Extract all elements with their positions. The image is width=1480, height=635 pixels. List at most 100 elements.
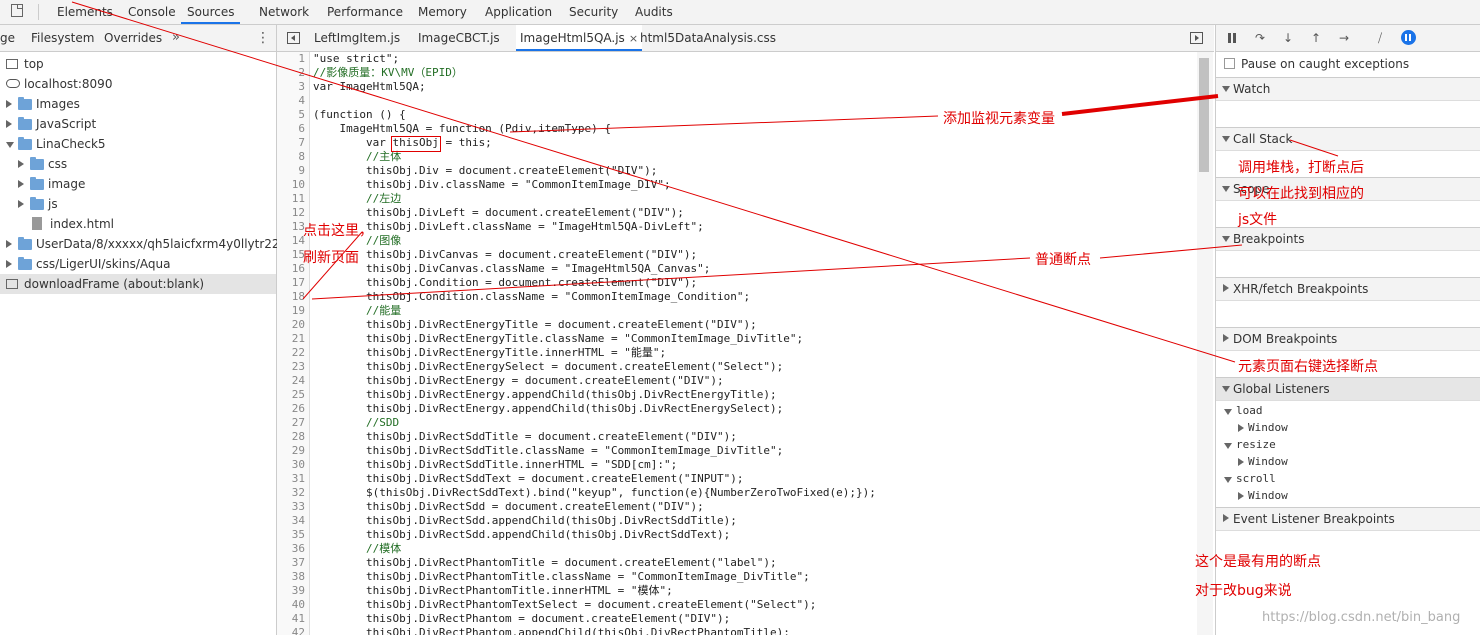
code-line[interactable]: 10 thisObj.Div.className = "CommonItemIm…: [277, 178, 1197, 192]
collapsed-arrow-icon[interactable]: [1223, 284, 1229, 292]
code-line[interactable]: 8 //主体: [277, 150, 1197, 164]
collapsed-arrow-icon[interactable]: [18, 200, 24, 208]
step-icon[interactable]: →: [1336, 30, 1352, 46]
tree-item[interactable]: image: [0, 174, 276, 194]
scrollbar-thumb[interactable]: [1199, 58, 1209, 172]
line-number[interactable]: 5: [277, 108, 305, 122]
line-number[interactable]: 31: [277, 472, 305, 486]
code-line[interactable]: 13 thisObj.DivLeft.className = "ImageHtm…: [277, 220, 1197, 234]
tree-item[interactable]: LinaCheck5: [0, 134, 276, 154]
code-line[interactable]: 34 thisObj.DivRectSdd.appendChild(thisOb…: [277, 514, 1197, 528]
tree-item[interactable]: index.html: [0, 214, 276, 234]
tab-application[interactable]: Application: [485, 0, 552, 24]
code-line[interactable]: 31 thisObj.DivRectSddText = document.cre…: [277, 472, 1197, 486]
line-number[interactable]: 16: [277, 262, 305, 276]
code-line[interactable]: 9 thisObj.Div = document.createElement("…: [277, 164, 1197, 178]
expanded-arrow-icon[interactable]: [1222, 136, 1230, 142]
line-number[interactable]: 22: [277, 346, 305, 360]
code-line[interactable]: 5 (function () {: [277, 108, 1197, 122]
code-line[interactable]: 20 thisObj.DivRectEnergyTitle = document…: [277, 318, 1197, 332]
code-line[interactable]: 12 thisObj.DivLeft = document.createElem…: [277, 206, 1197, 220]
line-number[interactable]: 32: [277, 486, 305, 500]
tab-page[interactable]: ge: [0, 25, 15, 51]
code-line[interactable]: 27 //SDD: [277, 416, 1197, 430]
file-tab-html5dataanalysis[interactable]: html5DataAnalysis.css: [640, 25, 776, 51]
line-number[interactable]: 34: [277, 514, 305, 528]
tab-network[interactable]: Network: [259, 0, 309, 24]
expanded-arrow-icon[interactable]: [1224, 477, 1232, 483]
step-over-icon[interactable]: ↷: [1252, 30, 1268, 46]
code-line[interactable]: 19 //能量: [277, 304, 1197, 318]
line-number[interactable]: 6: [277, 122, 305, 136]
line-number[interactable]: 39: [277, 584, 305, 598]
line-number[interactable]: 33: [277, 500, 305, 514]
line-number[interactable]: 20: [277, 318, 305, 332]
line-number[interactable]: 14: [277, 234, 305, 248]
close-icon[interactable]: ×: [629, 32, 638, 45]
code-line[interactable]: 41 thisObj.DivRectPhantom = document.cre…: [277, 612, 1197, 626]
expanded-arrow-icon[interactable]: [1224, 409, 1232, 415]
expanded-arrow-icon[interactable]: [1222, 186, 1230, 192]
tab-security[interactable]: Security: [569, 0, 618, 24]
code-line[interactable]: 42 thisObj.DivRectPhantom.appendChild(th…: [277, 626, 1197, 635]
line-number[interactable]: 2: [277, 66, 305, 80]
expanded-arrow-icon[interactable]: [6, 142, 14, 148]
more-tabs-icon[interactable]: »: [172, 25, 180, 51]
pane-xhr-breakpoints[interactable]: XHR/fetch Breakpoints: [1216, 277, 1480, 301]
collapsed-arrow-icon[interactable]: [1223, 334, 1229, 342]
expanded-arrow-icon[interactable]: [1222, 86, 1230, 92]
expanded-arrow-icon[interactable]: [1222, 386, 1230, 392]
code-line[interactable]: 21 thisObj.DivRectEnergyTitle.className …: [277, 332, 1197, 346]
tab-sources[interactable]: Sources: [181, 0, 241, 24]
collapsed-arrow-icon[interactable]: [1223, 514, 1229, 522]
line-number[interactable]: 36: [277, 542, 305, 556]
pane-global-listeners[interactable]: Global Listeners: [1216, 377, 1480, 401]
code-line[interactable]: 29 thisObj.DivRectSddTitle.className = "…: [277, 444, 1197, 458]
code-line[interactable]: 32 $(thisObj.DivRectSddText).bind("keyup…: [277, 486, 1197, 500]
expanded-arrow-icon[interactable]: [1222, 236, 1230, 242]
pause-on-caught-row[interactable]: Pause on caught exceptions: [1216, 52, 1480, 76]
tree-item[interactable]: localhost:8090: [0, 74, 276, 94]
pane-breakpoints[interactable]: Breakpoints: [1216, 227, 1480, 251]
collapsed-arrow-icon[interactable]: [6, 100, 12, 108]
code-line[interactable]: 23 thisObj.DivRectEnergySelect = documen…: [277, 360, 1197, 374]
line-number[interactable]: 38: [277, 570, 305, 584]
pause-icon[interactable]: [1224, 30, 1240, 46]
code-line[interactable]: 14 //图像: [277, 234, 1197, 248]
line-number[interactable]: 24: [277, 374, 305, 388]
code-line[interactable]: 33 thisObj.DivRectSdd = document.createE…: [277, 500, 1197, 514]
line-number[interactable]: 23: [277, 360, 305, 374]
code-line[interactable]: 1 "use strict";: [277, 52, 1197, 66]
line-number[interactable]: 9: [277, 164, 305, 178]
tree-item[interactable]: downloadFrame (about:blank): [0, 274, 276, 294]
code-line[interactable]: 18 thisObj.Condition.className = "Common…: [277, 290, 1197, 304]
tab-overrides[interactable]: Overrides: [104, 25, 162, 51]
line-number[interactable]: 7: [277, 136, 305, 150]
tab-audits[interactable]: Audits: [635, 0, 673, 24]
collapsed-arrow-icon[interactable]: [6, 260, 12, 268]
line-number[interactable]: 8: [277, 150, 305, 164]
tab-console[interactable]: Console: [128, 0, 176, 24]
step-out-icon[interactable]: ↑: [1308, 30, 1324, 46]
toggle-navigator-icon[interactable]: [287, 32, 300, 44]
line-number[interactable]: 19: [277, 304, 305, 318]
inspect-device-icon[interactable]: [11, 4, 23, 17]
file-tab-leftimgitem[interactable]: LeftImgItem.js: [314, 25, 400, 51]
code-line[interactable]: 11 //左边: [277, 192, 1197, 206]
pane-watch[interactable]: Watch: [1216, 77, 1480, 101]
code-line[interactable]: 3 var ImageHtml5QA;: [277, 80, 1197, 94]
tree-item[interactable]: css: [0, 154, 276, 174]
file-tab-imagehtml5qa[interactable]: ImageHtml5QA.js ×: [516, 25, 643, 51]
line-number[interactable]: 40: [277, 598, 305, 612]
code-line[interactable]: 2 //影像质量：KV\MV（EPID）: [277, 66, 1197, 80]
line-number[interactable]: 27: [277, 416, 305, 430]
tab-memory[interactable]: Memory: [418, 0, 467, 24]
tree-item[interactable]: JavaScript: [0, 114, 276, 134]
code-line[interactable]: 38 thisObj.DivRectPhantomTitle.className…: [277, 570, 1197, 584]
line-number[interactable]: 17: [277, 276, 305, 290]
kebab-menu-icon[interactable]: ⋮: [256, 25, 270, 51]
pane-dom-breakpoints[interactable]: DOM Breakpoints: [1216, 327, 1480, 351]
collapsed-arrow-icon[interactable]: [18, 160, 24, 168]
code-line[interactable]: 39 thisObj.DivRectPhantomTitle.innerHTML…: [277, 584, 1197, 598]
line-number[interactable]: 1: [277, 52, 305, 66]
